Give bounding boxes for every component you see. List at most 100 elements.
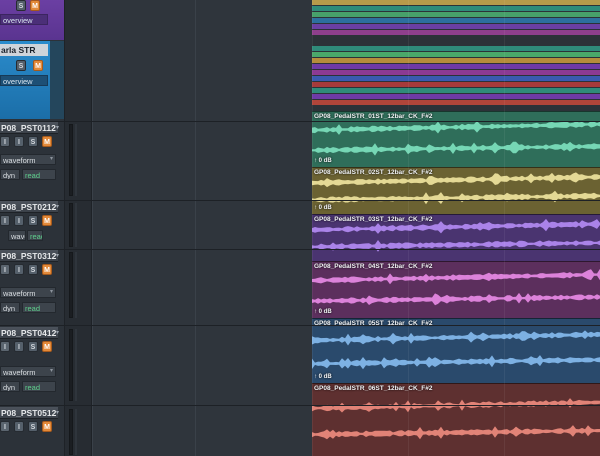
track-name[interactable]: P08_PST0112	[0, 122, 58, 134]
solo-button[interactable]: S	[28, 136, 38, 147]
automation-label[interactable]: dyn	[0, 381, 20, 392]
mute-button[interactable]: M	[42, 341, 52, 352]
audio-clip[interactable]: GP08_PedalSTR_05ST_12bar_CK_F#2 ↑ 0 dB	[312, 318, 600, 383]
waveform-channel	[312, 141, 600, 156]
clip-gain[interactable]: ↑ 0 dB	[314, 309, 332, 315]
folder-lane-stripe[interactable]	[312, 30, 600, 35]
clip-gain[interactable]: ↑ 0 dB	[314, 374, 332, 380]
meter-scale	[75, 252, 77, 318]
clip-title: GP08_PedalSTR_03ST_12bar_CK_F#2	[314, 216, 433, 223]
automation-mode-select[interactable]: read	[22, 169, 56, 180]
audio-clip[interactable]: GP08_PedalSTR_04ST_12bar_CK_F#2 ↑ 0 dB	[312, 261, 600, 318]
track-name[interactable]: P08_PST0212	[0, 201, 58, 213]
folder-lane-stripe[interactable]	[312, 18, 600, 23]
input-monitor-button[interactable]: I	[14, 264, 24, 275]
folder-lane-stripe[interactable]	[312, 76, 600, 81]
track-header[interactable]: P08_PST0212 ▾ I I S M wave read	[0, 201, 64, 249]
track-menu-caret-icon[interactable]: ▾	[56, 252, 59, 259]
track-menu-caret-icon[interactable]: ▾	[56, 124, 59, 131]
audio-clip[interactable]: GP08_PedalSTR_02ST_12bar_CK_F#2 ↑ 0 dB	[312, 167, 600, 214]
clip-gain[interactable]: ↑ 0 dB	[314, 158, 332, 164]
track-view-select[interactable]: waveform	[0, 287, 56, 298]
input-button[interactable]: I	[0, 264, 10, 275]
input-monitor-button[interactable]: I	[14, 136, 24, 147]
track-name[interactable]: P08_PST0512	[0, 407, 58, 419]
mute-button[interactable]: M	[42, 215, 52, 226]
track-divider	[0, 121, 600, 122]
solo-button[interactable]: S	[28, 264, 38, 275]
solo-button[interactable]: S	[28, 421, 38, 432]
track-header[interactable]: P08_PST0512 ▾ I I S M	[0, 407, 64, 456]
folder-lane-stripe[interactable]	[312, 64, 600, 69]
track-view-select[interactable]: overview	[0, 14, 48, 25]
track-view-select[interactable]: waveform	[0, 154, 56, 165]
track-menu-caret-icon[interactable]: ▾	[56, 203, 59, 210]
waveform	[312, 398, 600, 440]
folder-lane-stripe[interactable]	[312, 82, 600, 87]
automation-mode-select[interactable]: read	[27, 230, 43, 241]
automation-label[interactable]: dyn	[0, 169, 20, 180]
folder-lane-stripe[interactable]	[312, 6, 600, 11]
empty-timeline-column	[92, 0, 312, 456]
track-menu-caret-icon[interactable]: ▾	[56, 409, 59, 416]
track-header[interactable]: P08_PST0312 ▾ I I S M waveform ▾ dyn rea…	[0, 250, 64, 322]
automation-mode-select[interactable]: read	[22, 381, 56, 392]
track-name[interactable]: P08_PST0312	[0, 250, 58, 262]
folder-lane-stripe[interactable]	[312, 52, 600, 57]
track-view-select[interactable]: wave	[8, 230, 26, 241]
solo-button[interactable]: S	[28, 215, 38, 226]
track-view-select[interactable]: waveform	[0, 366, 56, 377]
waveform-channel	[312, 268, 600, 285]
mute-button[interactable]: M	[42, 136, 52, 147]
folder-lane-stripe[interactable]	[312, 12, 600, 17]
meter-scale	[75, 329, 77, 401]
input-button[interactable]: I	[0, 136, 10, 147]
folder-name[interactable]: arla STR	[0, 44, 48, 56]
clip-title: GP08_PedalSTR_04ST_12bar_CK_F#2	[314, 263, 433, 270]
audio-clip[interactable]: GP08_PedalSTR_06ST_12bar_CK_F#2	[312, 383, 600, 456]
solo-button[interactable]: S	[28, 341, 38, 352]
track-header[interactable]: P08_PST0412 ▾ I I S M waveform ▾ dyn rea…	[0, 327, 64, 405]
meter-strip	[64, 0, 92, 456]
folder-lane-stripe[interactable]	[312, 0, 600, 5]
automation-mode-select[interactable]: read	[22, 302, 56, 313]
input-monitor-button[interactable]: I	[14, 341, 24, 352]
meter-scale	[75, 124, 77, 196]
input-button[interactable]: I	[0, 215, 10, 226]
level-meter	[69, 124, 73, 196]
waveform	[312, 330, 600, 370]
input-button[interactable]: I	[0, 421, 10, 432]
audio-clip[interactable]: GP08_PedalSTR_03ST_12bar_CK_F#2	[312, 214, 600, 261]
waveform-channel	[312, 425, 600, 440]
track-menu-caret-icon[interactable]: ▾	[56, 329, 59, 336]
solo-button[interactable]: S	[16, 60, 26, 71]
track-header[interactable]: P08_PST0112 ▾ I I S M waveform ▾ dyn rea…	[0, 122, 64, 200]
waveform-channel	[312, 240, 600, 252]
mute-button[interactable]: M	[42, 264, 52, 275]
folder-lane-stripe[interactable]	[312, 58, 600, 63]
mute-button[interactable]: M	[30, 0, 40, 11]
mute-button[interactable]: M	[33, 60, 43, 71]
input-monitor-button[interactable]: I	[14, 215, 24, 226]
waveform-channel	[312, 190, 600, 205]
mute-button[interactable]: M	[42, 421, 52, 432]
clip-gain[interactable]: ↑ 0 dB	[314, 205, 332, 211]
audio-clip[interactable]: GP08_PedalSTR_01ST_12bar_CK_F#2 ↑ 0 dB	[312, 111, 600, 167]
level-meter	[69, 409, 73, 455]
track-view-select[interactable]: overview	[0, 75, 48, 86]
level-meter	[69, 203, 73, 247]
track-name[interactable]: P08_PST0412	[0, 327, 58, 339]
arrangement-view[interactable]: GP08_PedalSTR_01ST_12bar_CK_F#2 ↑ 0 dB GP0…	[312, 0, 600, 456]
folder-lane-stripe[interactable]	[312, 24, 600, 29]
track-divider	[0, 405, 600, 406]
folder-lane-stripe[interactable]	[312, 94, 600, 99]
solo-button[interactable]: S	[16, 0, 26, 11]
input-button[interactable]: I	[0, 341, 10, 352]
folder-lane-stripe[interactable]	[312, 46, 600, 51]
automation-label[interactable]: dyn	[0, 302, 20, 313]
folder-lane-stripe[interactable]	[312, 70, 600, 75]
folder-lane-stripe[interactable]	[312, 88, 600, 93]
clip-title: GP08_PedalSTR_02ST_12bar_CK_F#2	[314, 169, 433, 176]
folder-lane-stripe[interactable]	[312, 100, 600, 105]
input-monitor-button[interactable]: I	[14, 421, 24, 432]
